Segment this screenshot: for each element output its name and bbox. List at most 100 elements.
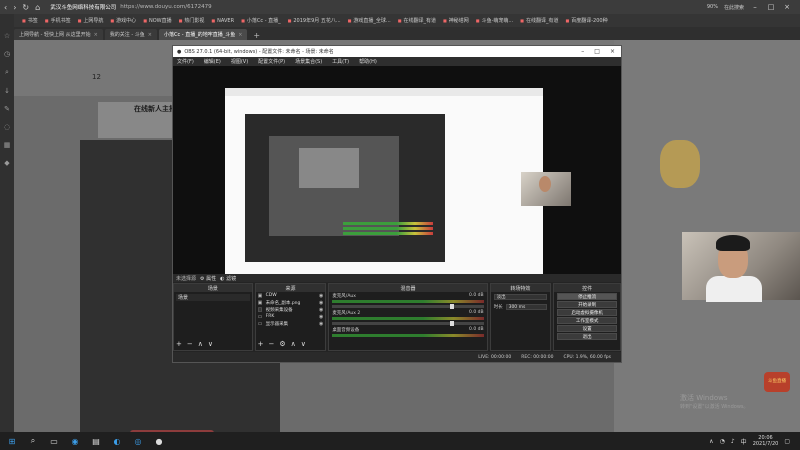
new-tab-icon[interactable]: + xyxy=(249,31,264,40)
bookmark-item[interactable]: 游戏直播_全球... xyxy=(348,17,390,24)
menu-help[interactable]: 帮助(H) xyxy=(359,58,377,65)
url-text[interactable]: https://www.douyu.com/6172479 xyxy=(120,4,211,10)
bookmark-item[interactable]: 书签 xyxy=(22,17,38,24)
eye-icon[interactable]: ◉ xyxy=(319,307,323,313)
menu-profile[interactable]: 配置文件(P) xyxy=(258,58,285,65)
obs-close-icon[interactable]: × xyxy=(610,48,615,55)
bookmark-item[interactable]: 神秘塔网 xyxy=(443,17,469,24)
close-icon[interactable]: × xyxy=(782,3,792,11)
remove-icon[interactable]: − xyxy=(269,340,275,348)
explorer-icon[interactable]: ▤ xyxy=(90,437,102,446)
tab-navigation[interactable]: 上网导航 - 轻快上网 从这里开始 × xyxy=(14,29,103,40)
bookmark-item[interactable]: 2019年9月 五花八... xyxy=(288,17,340,24)
volume-slider[interactable] xyxy=(332,304,484,309)
nested-webcam xyxy=(521,172,571,206)
chat-icon[interactable]: ◌ xyxy=(4,123,10,131)
home-icon[interactable]: ⌂ xyxy=(35,3,40,12)
zoom-level[interactable]: 90% xyxy=(707,4,718,10)
bookmark-item[interactable]: 游戏中心 xyxy=(110,17,136,24)
tab-following[interactable]: 我的关注 - 斗鱼 × xyxy=(104,29,157,40)
transition-select[interactable]: 淡出 xyxy=(493,294,548,300)
bookmark-item[interactable]: 手机书签 xyxy=(45,17,71,24)
bookmark-item[interactable]: NAVER xyxy=(211,18,234,24)
address-bar[interactable]: 武汉斗鱼网络科技有限公司 https://www.douyu.com/61724… xyxy=(46,2,215,13)
bookmark-item[interactable]: 在线翻译_有道 xyxy=(398,17,436,24)
volume-icon[interactable]: ♪ xyxy=(731,438,735,445)
network-icon[interactable]: ◔ xyxy=(720,438,725,445)
start-recording-button[interactable]: 开始录制 xyxy=(557,301,617,308)
clock[interactable]: 20:06 2021/7/20 xyxy=(753,435,779,447)
history-icon[interactable]: ◷ xyxy=(4,50,10,58)
down-icon[interactable]: ∨ xyxy=(208,340,213,348)
menu-scene-collection[interactable]: 场景集合(S) xyxy=(295,58,322,65)
tab-close-icon[interactable]: × xyxy=(148,32,152,38)
forward-icon[interactable]: › xyxy=(13,3,16,12)
bookmark-item[interactable]: NOW直播 xyxy=(143,17,172,24)
obs-preview[interactable] xyxy=(173,66,621,280)
properties-button[interactable]: ⚙ 属性 xyxy=(200,275,216,282)
filters-button[interactable]: ◐ 滤镜 xyxy=(220,275,236,282)
obs-minimize-icon[interactable]: – xyxy=(581,48,584,55)
studio-mode-button[interactable]: 工作室模式 xyxy=(557,317,617,324)
tab-close-icon[interactable]: × xyxy=(94,32,98,38)
duration-input[interactable]: 300 ms xyxy=(505,304,548,310)
up-icon[interactable]: ∧ xyxy=(291,340,296,348)
task-view-icon[interactable]: ▭ xyxy=(48,437,60,446)
menu-edit[interactable]: 编辑(E) xyxy=(204,58,221,65)
up-icon[interactable]: ∧ xyxy=(198,340,203,348)
add-icon[interactable]: + xyxy=(258,340,264,348)
virtual-camera-button[interactable]: 启动虚拟摄像机 xyxy=(557,309,617,316)
obs-maximize-icon[interactable]: □ xyxy=(594,48,600,55)
bookmark-item[interactable]: 斗鱼-萌宠萌... xyxy=(476,17,514,24)
minimize-icon[interactable]: – xyxy=(750,3,760,11)
bookmark-item[interactable]: 上网导航 xyxy=(78,17,103,24)
start-icon[interactable]: ⊞ xyxy=(6,437,18,446)
search-icon[interactable]: ⌕ xyxy=(5,68,9,77)
menu-view[interactable]: 视图(V) xyxy=(231,58,248,65)
maximize-icon[interactable]: □ xyxy=(766,3,776,11)
download-icon[interactable]: ↓ xyxy=(4,87,10,95)
ime-indicator[interactable]: 中 xyxy=(741,437,747,446)
obs-taskbar-icon[interactable]: ● xyxy=(153,437,165,446)
bookmark-item[interactable]: 在线翻译_有道 xyxy=(520,17,559,24)
gear-icon[interactable]: ⚙ xyxy=(279,340,285,348)
menu-tools[interactable]: 工具(T) xyxy=(332,58,349,65)
tray-arrow-icon[interactable]: ∧ xyxy=(709,438,713,445)
source-item[interactable]: ◫ 视频采集设备 ◉ xyxy=(256,306,326,313)
volume-slider[interactable] xyxy=(332,321,484,326)
menu-file[interactable]: 文件(F) xyxy=(177,58,194,65)
source-item[interactable]: ▭ 显示器采集 ◉ xyxy=(256,320,326,327)
browser-icon[interactable]: ◐ xyxy=(111,437,123,446)
source-item[interactable]: ▣ CDW ◉ xyxy=(256,292,326,299)
game-icon[interactable]: ◆ xyxy=(4,159,9,167)
tab-stream[interactable]: 小落Cc - 直播_的地牢直播_斗鱼 × xyxy=(158,29,248,40)
exit-button[interactable]: 退出 xyxy=(557,333,617,340)
edge-icon[interactable]: ◉ xyxy=(69,437,81,446)
search-label[interactable]: 在此搜索 xyxy=(724,4,744,11)
level-meter xyxy=(332,300,484,303)
bookmark-item[interactable]: 热门影视 xyxy=(179,17,204,24)
notifications-icon[interactable]: ▢ xyxy=(784,438,790,445)
steam-icon[interactable]: ◎ xyxy=(132,437,144,446)
bookmark-item[interactable]: 小落Cc - 直播_ xyxy=(241,17,281,24)
favorites-icon[interactable]: ☆ xyxy=(4,32,10,40)
back-icon[interactable]: ‹ xyxy=(4,3,7,12)
down-icon[interactable]: ∨ xyxy=(301,340,306,348)
settings-button[interactable]: 设置 xyxy=(557,325,617,332)
stop-streaming-button[interactable]: 停止推流 xyxy=(557,293,617,300)
remove-icon[interactable]: − xyxy=(187,340,193,348)
tab-close-icon[interactable]: × xyxy=(238,32,242,38)
eye-icon[interactable]: ◉ xyxy=(319,293,323,299)
eye-icon[interactable]: ◉ xyxy=(319,300,323,306)
search-icon[interactable]: ⌕ xyxy=(27,436,39,446)
notes-icon[interactable]: ✎ xyxy=(4,105,10,113)
source-item[interactable]: ▭ FRK ◉ xyxy=(256,313,326,320)
bookmark-item[interactable]: 百度翻译-200种 xyxy=(565,17,607,24)
eye-icon[interactable]: ◉ xyxy=(319,321,323,327)
add-icon[interactable]: + xyxy=(176,340,182,348)
eye-icon[interactable]: ◉ xyxy=(319,314,323,320)
source-item[interactable]: ▣ 未命名_副本.png ◉ xyxy=(256,299,326,306)
refresh-icon[interactable]: ↻ xyxy=(22,3,29,12)
apps-icon[interactable]: ▦ xyxy=(4,141,11,149)
scene-item[interactable]: 场景 xyxy=(176,294,250,301)
